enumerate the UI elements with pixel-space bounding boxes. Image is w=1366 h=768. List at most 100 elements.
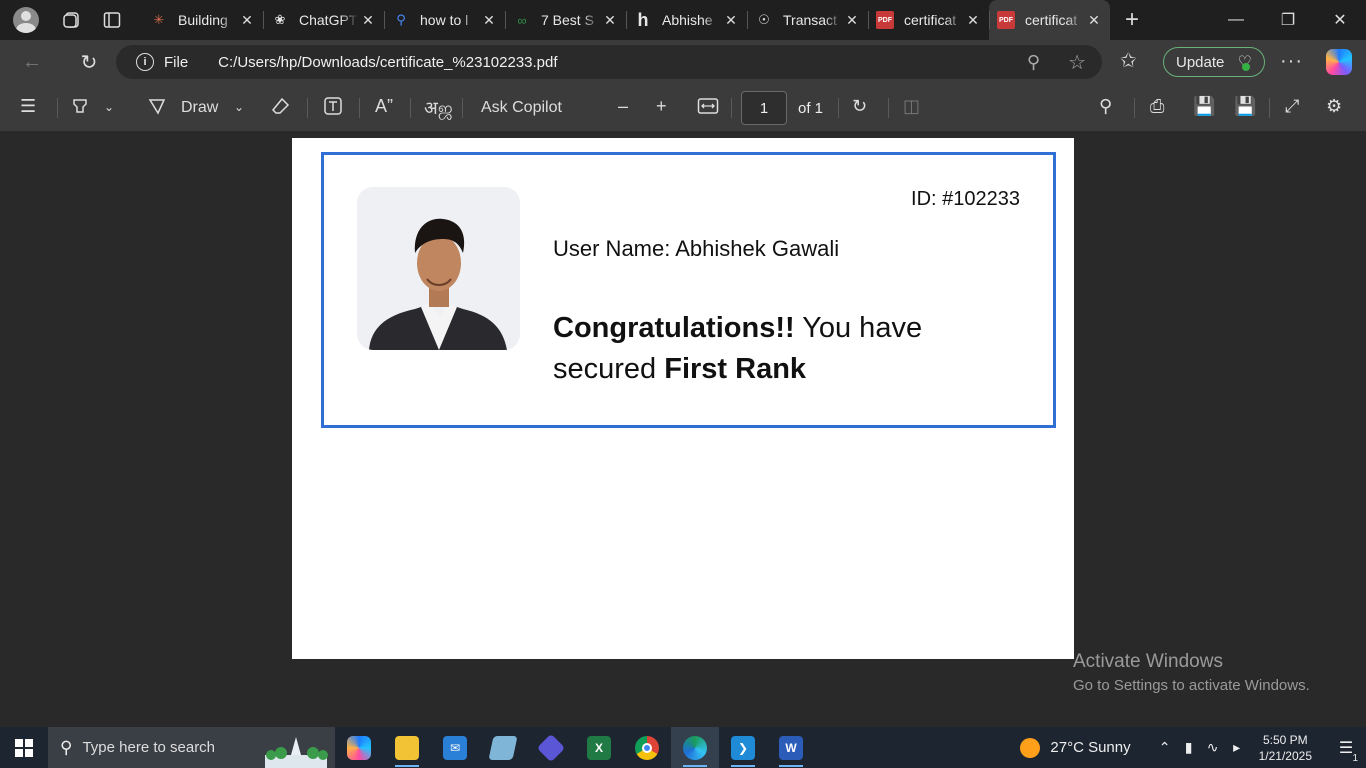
close-tab-icon[interactable]: ✕: [963, 12, 983, 29]
taskbar-search-box[interactable]: ⚲ Type here to search: [48, 727, 335, 768]
close-tab-icon[interactable]: ✕: [1084, 12, 1104, 29]
profile-button[interactable]: [0, 0, 52, 40]
save-as-icon[interactable]: 💾: [1234, 96, 1256, 117]
draw-label[interactable]: Draw: [181, 99, 218, 117]
eraser-icon[interactable]: [271, 96, 291, 121]
taskbar-chrome[interactable]: [623, 727, 671, 768]
rotate-icon[interactable]: ↻: [852, 96, 867, 117]
rank-text: First Rank: [664, 353, 807, 385]
pdf-toolbar: ☰ ⌄ Draw ⌄ A” अஜ Ask Copilot – + 1 of 1 …: [0, 84, 1366, 132]
draw-icon[interactable]: [147, 96, 167, 121]
profile-avatar-icon: [13, 7, 39, 33]
restore-button[interactable]: ❐: [1262, 0, 1314, 40]
zoom-out-icon[interactable]: ⚲: [1027, 52, 1040, 73]
taskbar-file-explorer[interactable]: [383, 727, 431, 768]
certificate-id: ID: #102233: [911, 188, 1020, 210]
back-button[interactable]: ←: [0, 40, 64, 84]
pdf-viewer[interactable]: ID: #102233 User Name: Abhishek Gawali C…: [0, 132, 1366, 727]
favorites-icon[interactable]: ✩: [1120, 48, 1137, 73]
taskbar-excel[interactable]: X: [575, 727, 623, 768]
close-tab-icon[interactable]: ✕: [358, 12, 378, 29]
more-options-icon[interactable]: ···: [1280, 50, 1303, 73]
close-tab-icon[interactable]: ✕: [479, 12, 499, 29]
browser-tab[interactable]: h Abhishe ✕: [626, 0, 747, 40]
tab-title: 7 Best S: [541, 12, 594, 28]
h-icon: h: [637, 9, 649, 30]
browser-tab[interactable]: ☉ Transact ✕: [747, 0, 868, 40]
window-controls: — ❐ ✕: [1210, 0, 1366, 40]
show-hidden-icons[interactable]: ⌃: [1153, 739, 1177, 756]
refresh-button[interactable]: ↻: [64, 40, 114, 84]
highlight-dropdown-icon[interactable]: ⌄: [104, 100, 114, 114]
ask-copilot-button[interactable]: Ask Copilot: [481, 99, 562, 117]
print-icon[interactable]: ⎙: [1150, 96, 1164, 117]
fit-to-width-icon[interactable]: [697, 96, 719, 121]
start-button[interactable]: [0, 727, 48, 768]
toolbar-divider: [307, 98, 308, 118]
taskbar-media-app[interactable]: [527, 727, 575, 768]
contents-list-icon[interactable]: ☰: [20, 96, 36, 117]
activate-subtitle: Go to Settings to activate Windows.: [1073, 677, 1310, 694]
add-text-icon[interactable]: [323, 96, 343, 121]
page-view-icon[interactable]: ◫: [903, 96, 920, 117]
save-icon[interactable]: 💾: [1193, 96, 1215, 117]
excel-icon: X: [587, 735, 611, 760]
copilot-app-icon: [347, 735, 371, 760]
address-bar[interactable]: i File C:/Users/hp/Downloads/certificate…: [116, 45, 1102, 79]
taskbar-app[interactable]: [479, 727, 527, 768]
scheme-label: File: [164, 53, 189, 71]
add-favorite-icon[interactable]: ☆: [1068, 50, 1086, 75]
close-tab-icon[interactable]: ✕: [600, 12, 620, 29]
browser-tab[interactable]: PDF certificat ✕: [868, 0, 989, 40]
search-icon: ⚲: [60, 737, 73, 757]
zoom-out-button[interactable]: –: [618, 96, 628, 117]
person-portrait-icon: [357, 187, 520, 350]
taskbar-edge[interactable]: [671, 727, 719, 768]
new-tab-button[interactable]: +: [1110, 6, 1154, 34]
close-tab-icon[interactable]: ✕: [237, 12, 257, 29]
site-info-icon[interactable]: i: [136, 53, 154, 71]
close-tab-icon[interactable]: ✕: [842, 12, 862, 29]
browser-tab[interactable]: ∞ 7 Best S ✕: [505, 0, 626, 40]
full-screen-icon[interactable]: ⤢: [1285, 96, 1299, 117]
update-button[interactable]: Update ♡: [1163, 47, 1265, 77]
windows-taskbar: ⚲ Type here to search ✉ X ❯ W 27°C Sunny…: [0, 727, 1366, 768]
volume-icon[interactable]: ▸: [1225, 739, 1249, 756]
clock[interactable]: 5:50 PM 1/21/2025: [1259, 732, 1312, 764]
globe-icon: ☉: [758, 12, 770, 27]
close-window-button[interactable]: ✕: [1314, 0, 1366, 40]
weather-text[interactable]: 27°C Sunny: [1050, 739, 1130, 756]
taskbar-mail[interactable]: ✉: [431, 727, 479, 768]
page-number-input[interactable]: 1: [741, 91, 787, 125]
taskbar-word[interactable]: W: [767, 727, 815, 768]
url-text[interactable]: C:/Users/hp/Downloads/certificate_%23102…: [218, 54, 557, 71]
copilot-icon[interactable]: [1326, 49, 1352, 75]
chrome-icon: [635, 735, 659, 760]
read-aloud-icon[interactable]: A”: [375, 96, 393, 117]
workspaces-icon[interactable]: [52, 0, 92, 40]
taskbar-vscode[interactable]: ❯: [719, 727, 767, 768]
battery-icon[interactable]: ▮: [1177, 739, 1201, 756]
notifications-icon[interactable]: ☰ 1: [1326, 738, 1366, 764]
highlight-icon[interactable]: [70, 96, 90, 121]
taskbar-copilot[interactable]: [335, 727, 383, 768]
close-tab-icon[interactable]: ✕: [721, 12, 741, 29]
congrats-text: Congratulations!!: [553, 312, 795, 344]
sunny-weather-icon[interactable]: [1020, 737, 1041, 758]
browser-tab[interactable]: ❀ ChatGPT ✕: [263, 0, 384, 40]
zoom-in-button[interactable]: +: [656, 96, 667, 117]
browser-tab[interactable]: ⚲ how to l ✕: [384, 0, 505, 40]
tab-actions-icon[interactable]: [92, 0, 132, 40]
browser-tab[interactable]: ✳ Building ✕: [142, 0, 263, 40]
settings-gear-icon[interactable]: ⚙: [1326, 96, 1342, 117]
browser-tab[interactable]: PDF certificat ✕: [989, 0, 1110, 40]
certificate-message: Congratulations!! You have secured First…: [553, 308, 973, 390]
wifi-icon[interactable]: ∿: [1201, 739, 1225, 756]
minimize-button[interactable]: —: [1210, 0, 1262, 40]
find-icon[interactable]: ⚲: [1099, 96, 1112, 117]
draw-dropdown-icon[interactable]: ⌄: [234, 100, 244, 114]
translate-icon[interactable]: अஜ: [424, 96, 453, 121]
pdf-icon: PDF: [997, 11, 1015, 29]
folder-icon: [395, 735, 419, 760]
vscode-icon: ❯: [731, 735, 755, 760]
